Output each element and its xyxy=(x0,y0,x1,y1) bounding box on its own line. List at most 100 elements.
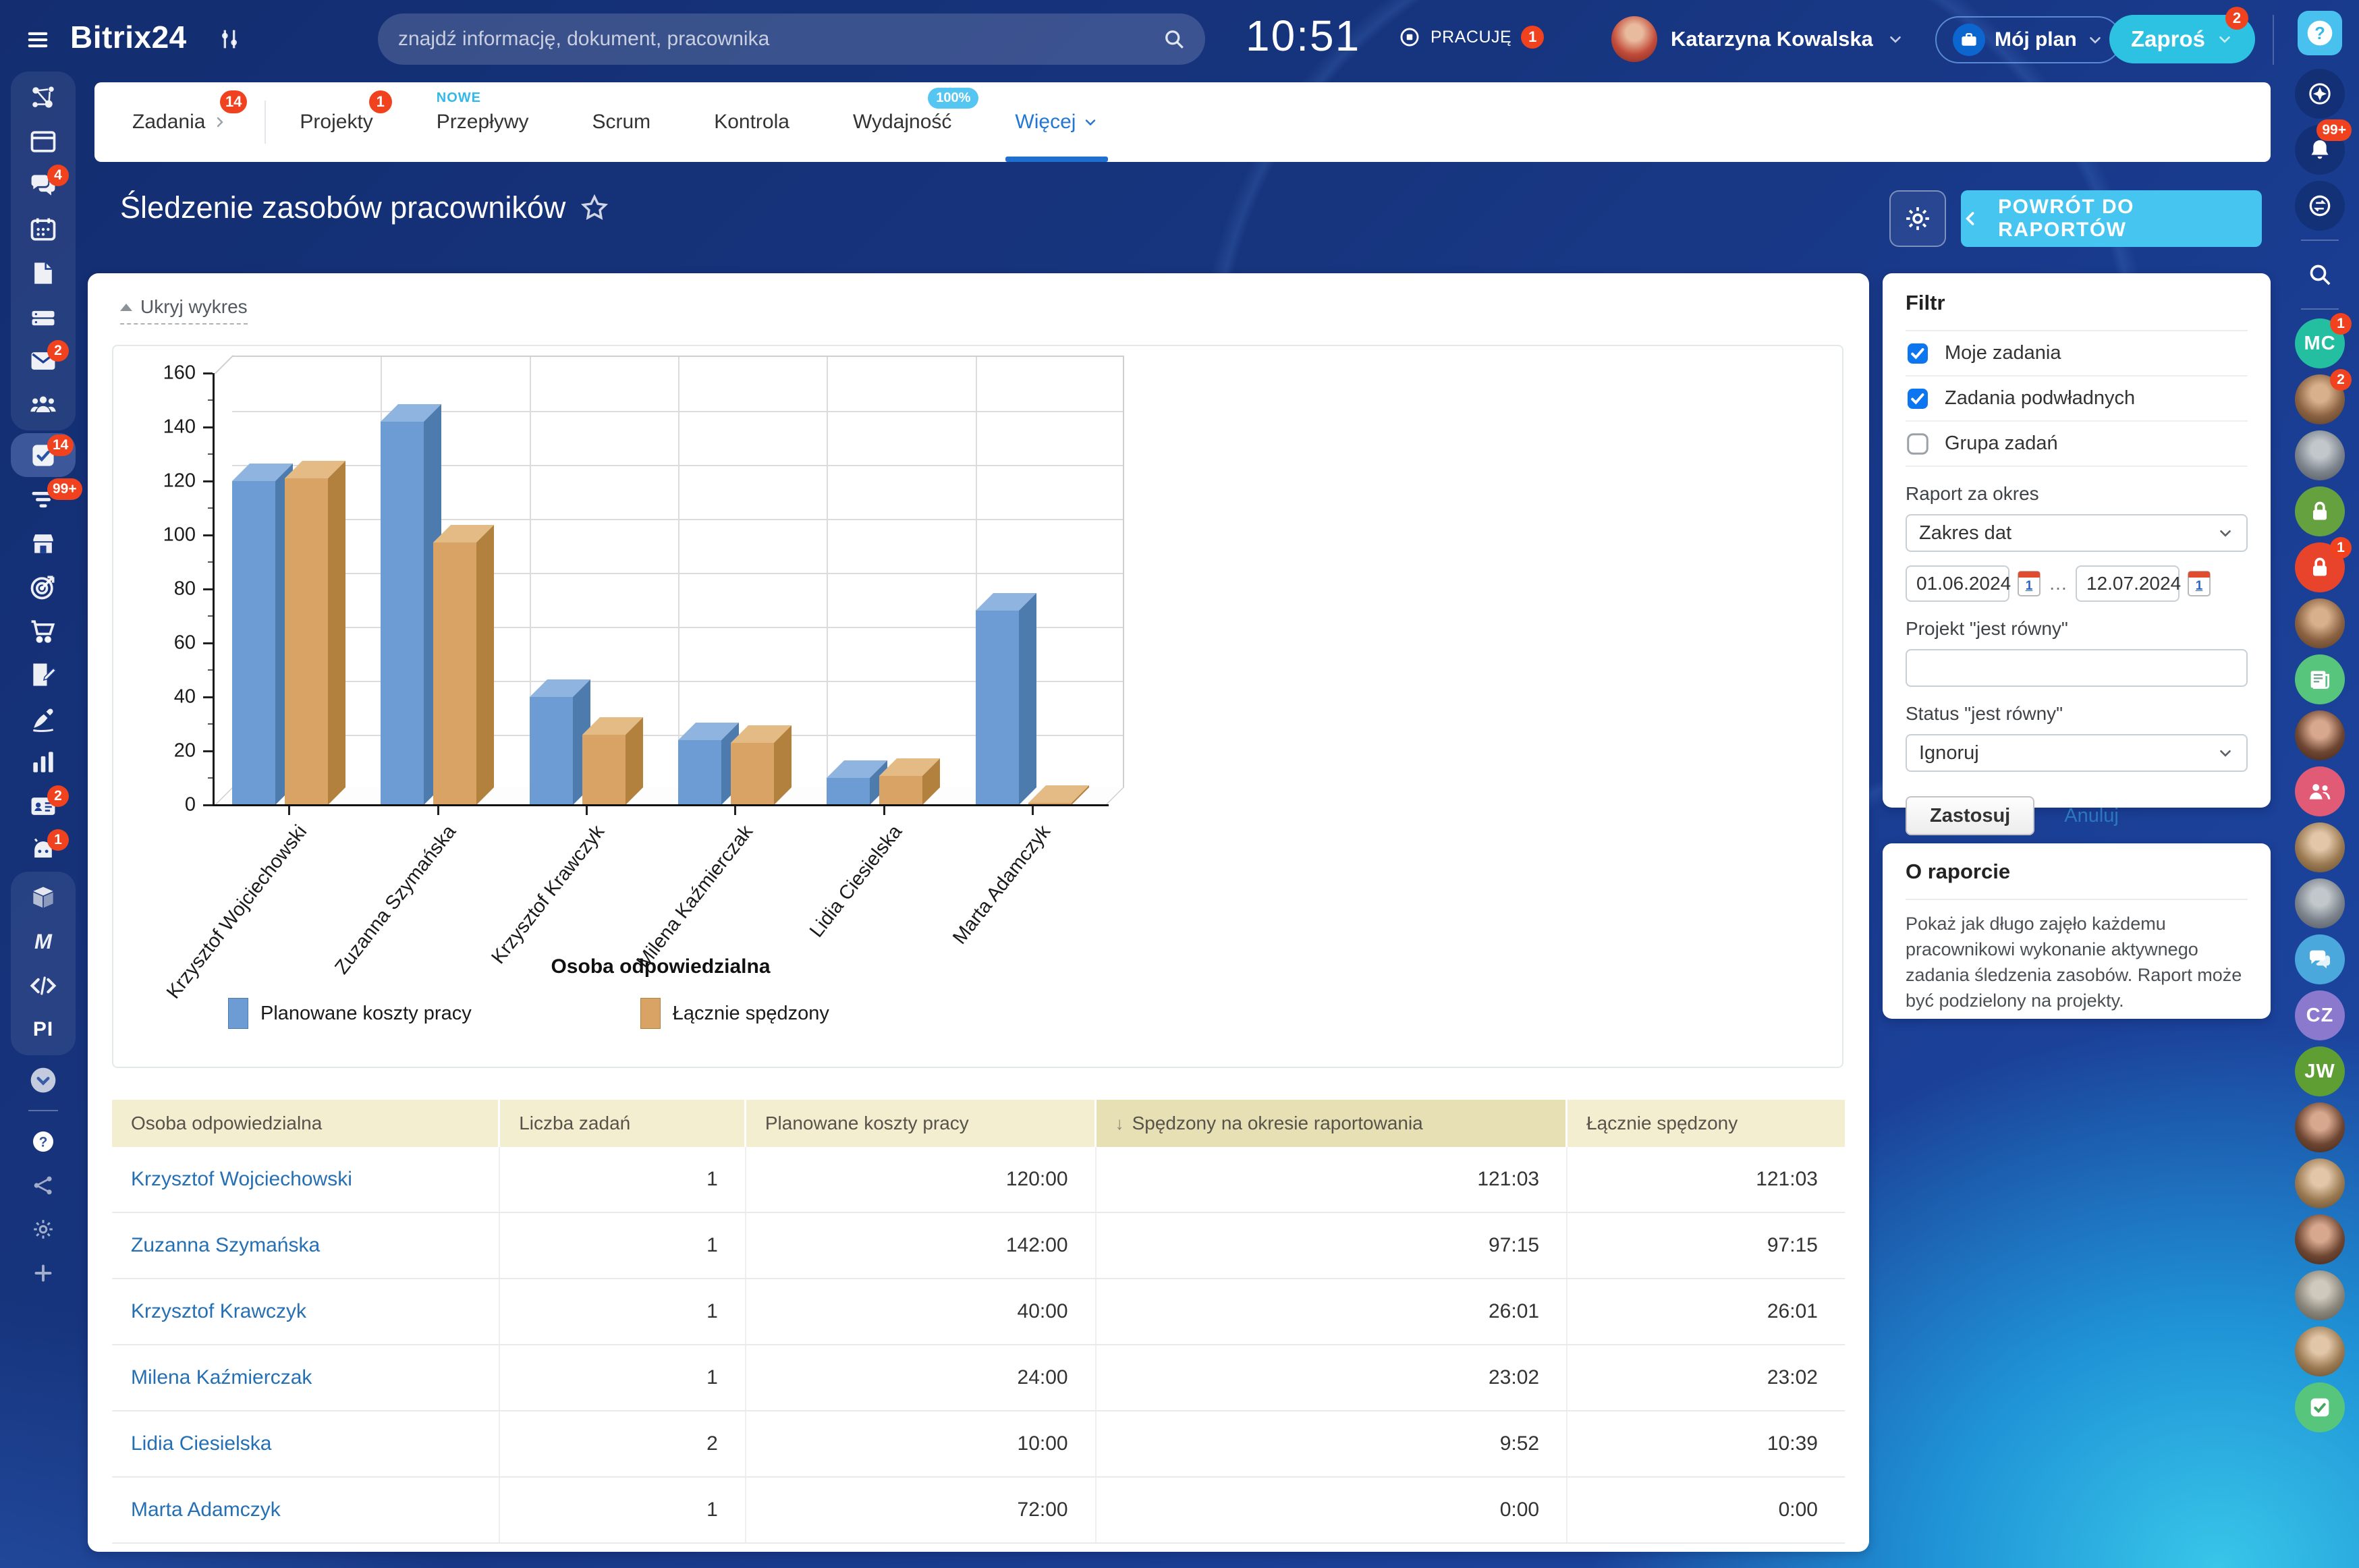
rail-avatar[interactable] xyxy=(2295,1270,2345,1320)
status-select[interactable]: Ignoruj xyxy=(1906,734,2248,772)
filter-checkbox-grupa-zadań[interactable]: Grupa zadań xyxy=(1906,422,2248,467)
sidebar-item-chat[interactable]: 4 xyxy=(11,163,76,207)
rail-chat-bubbles[interactable] xyxy=(2295,934,2345,984)
rail-avatar[interactable]: 2 xyxy=(2295,369,2352,424)
person-link[interactable]: Lidia Ciesielska xyxy=(112,1411,501,1476)
sidebar-item-network[interactable] xyxy=(11,76,76,119)
rail-avatar[interactable] xyxy=(2295,822,2345,872)
person-link[interactable]: Krzysztof Wojciechowski xyxy=(112,1147,501,1212)
menu-hamburger-icon[interactable] xyxy=(23,27,53,53)
project-input[interactable] xyxy=(1906,649,2248,687)
back-to-reports-button[interactable]: POWRÓT DO RAPORTÓW xyxy=(1961,190,2262,247)
tab-wydajność[interactable]: 100% Wydajność xyxy=(846,82,979,162)
calendar-icon[interactable]: 1 xyxy=(2188,571,2211,596)
column-header-osoba-odpowiedzialna[interactable]: Osoba odpowiedzialna xyxy=(112,1100,501,1147)
person-link[interactable]: Krzysztof Krawczyk xyxy=(112,1279,501,1344)
sidebar-item-cube[interactable] xyxy=(11,876,76,920)
checkbox-icon[interactable] xyxy=(1906,432,1930,456)
sidebar-item-plus[interactable] xyxy=(11,1251,76,1295)
cancel-link[interactable]: Anuluj xyxy=(2064,805,2119,827)
apply-button[interactable]: Zastosuj xyxy=(1906,796,2035,835)
column-header-łącznie-spędzony[interactable]: Łącznie spędzony xyxy=(1567,1100,1845,1147)
invite-button[interactable]: Zaproś 2 xyxy=(2109,7,2255,63)
tab-więcej[interactable]: Więcej xyxy=(1005,82,1109,162)
sidebar-item-funnel[interactable]: 99+ xyxy=(11,477,82,521)
person-link[interactable]: Marta Adamczyk xyxy=(112,1478,501,1542)
sidebar-item-id-card[interactable]: 2 xyxy=(11,784,76,828)
help-button[interactable]: ? xyxy=(2298,11,2342,55)
rail-check-square[interactable] xyxy=(2295,1382,2345,1432)
worktime-clock[interactable]: 10:51 xyxy=(1246,11,1360,61)
filter-checkbox-moje-zadania[interactable]: Moje zadania xyxy=(1906,331,2248,376)
rail-lock[interactable] xyxy=(2295,486,2345,536)
sidebar-item-mail[interactable]: 2 xyxy=(11,339,76,383)
app-logo[interactable]: Bitrix24 xyxy=(70,19,187,55)
sidebar-item-pen[interactable] xyxy=(11,696,76,740)
rail-avatar[interactable] xyxy=(2295,878,2345,928)
tab-projekty[interactable]: 1 Projekty xyxy=(293,82,392,162)
sidebar-item-pi[interactable]: PI xyxy=(11,1007,76,1051)
date-to-input[interactable]: 12.07.2024 xyxy=(2076,565,2181,602)
sidebar-item-help[interactable]: ? xyxy=(11,1119,76,1163)
search-input[interactable] xyxy=(397,27,1162,51)
rail-avatar[interactable] xyxy=(2295,1102,2345,1152)
sidebar-item-drive[interactable] xyxy=(11,295,76,339)
sidebar-item-chart[interactable] xyxy=(11,740,76,784)
hide-chart-link[interactable]: Ukryj wykres xyxy=(120,296,248,325)
rail-lock[interactable]: 1 xyxy=(2295,537,2352,592)
rail-avatar[interactable] xyxy=(2295,1326,2345,1376)
sidebar-item-people[interactable] xyxy=(11,383,76,426)
sidebar-item-feed[interactable] xyxy=(11,119,76,163)
rail-avatar-jw[interactable]: JW xyxy=(2295,1046,2345,1096)
sidebar-item-cart[interactable] xyxy=(11,609,76,652)
person-link[interactable]: Zuzanna Szymańska xyxy=(112,1213,501,1278)
global-search[interactable] xyxy=(378,13,1205,65)
column-header-spędzony-na-okresie-raportowania[interactable]: ↓ Spędzony na okresie raportowania xyxy=(1096,1100,1568,1147)
sidebar-item-tasks[interactable]: 14 xyxy=(11,433,76,477)
report-settings-button[interactable] xyxy=(1889,190,1946,247)
rail-news[interactable] xyxy=(2295,654,2345,704)
sliders-icon[interactable] xyxy=(216,26,243,53)
sidebar-item-doc[interactable] xyxy=(11,251,76,295)
filter-checkbox-zadania-podwładnych[interactable]: Zadania podwładnych xyxy=(1906,376,2248,422)
rail-search[interactable] xyxy=(2295,250,2345,300)
user-avatar[interactable] xyxy=(1611,16,1657,62)
tab-scrum[interactable]: Scrum xyxy=(586,82,658,162)
rail-avatar[interactable] xyxy=(2295,710,2345,760)
my-plan-button[interactable]: Mój plan xyxy=(1935,16,2121,63)
sidebar-item-store[interactable] xyxy=(11,521,76,565)
sidebar-item-m-logo[interactable]: M xyxy=(11,920,76,963)
column-header-liczba-zadań[interactable]: Liczba zadań xyxy=(500,1100,746,1147)
column-header-planowane-koszty-pracy[interactable]: Planowane koszty pracy xyxy=(746,1100,1097,1147)
sidebar-item-code[interactable] xyxy=(11,963,76,1007)
period-select[interactable]: Zakres dat xyxy=(1906,514,2248,552)
sidebar-item-doc-edit[interactable] xyxy=(11,652,76,696)
person-link[interactable]: Milena Kaźmierczak xyxy=(112,1345,501,1410)
user-menu[interactable]: Katarzyna Kowalska xyxy=(1611,16,1904,62)
date-from-input[interactable]: 01.06.2024 xyxy=(1906,565,2011,602)
checkbox-checked-icon[interactable] xyxy=(1906,387,1930,411)
rail-avatar[interactable] xyxy=(2295,1214,2345,1264)
tab-przepływy[interactable]: NOWE Przepływy xyxy=(430,82,536,162)
rail-avatar[interactable] xyxy=(2295,430,2345,480)
rail-bell[interactable]: 99+ xyxy=(2295,119,2352,175)
rail-avatar-mc[interactable]: MC 1 xyxy=(2295,313,2352,368)
tab-zadania[interactable]: 14 Zadania xyxy=(126,82,248,162)
sidebar-item-nodes[interactable] xyxy=(11,1163,76,1207)
sidebar-item-target[interactable] xyxy=(11,565,76,609)
favorite-star-icon[interactable] xyxy=(579,192,610,223)
tab-kontrola[interactable]: Kontrola xyxy=(707,82,796,162)
sidebar-item-calendar[interactable] xyxy=(11,207,76,251)
search-icon[interactable] xyxy=(1162,27,1186,51)
checkbox-checked-icon[interactable] xyxy=(1906,341,1930,366)
rail-history[interactable] xyxy=(2295,181,2345,231)
rail-avatar[interactable] xyxy=(2295,1158,2345,1208)
sidebar-item-chevron-circle[interactable] xyxy=(11,1058,76,1102)
rail-compass[interactable] xyxy=(2295,69,2345,119)
sidebar-item-robot[interactable]: 1 xyxy=(11,828,76,872)
sidebar-item-gear[interactable] xyxy=(11,1207,76,1251)
workday-status[interactable]: PRACUJĘ 1 xyxy=(1398,26,1545,49)
rail-avatar[interactable] xyxy=(2295,598,2345,648)
rail-people-pair[interactable] xyxy=(2295,766,2345,816)
rail-avatar-cz[interactable]: CZ xyxy=(2295,990,2345,1040)
